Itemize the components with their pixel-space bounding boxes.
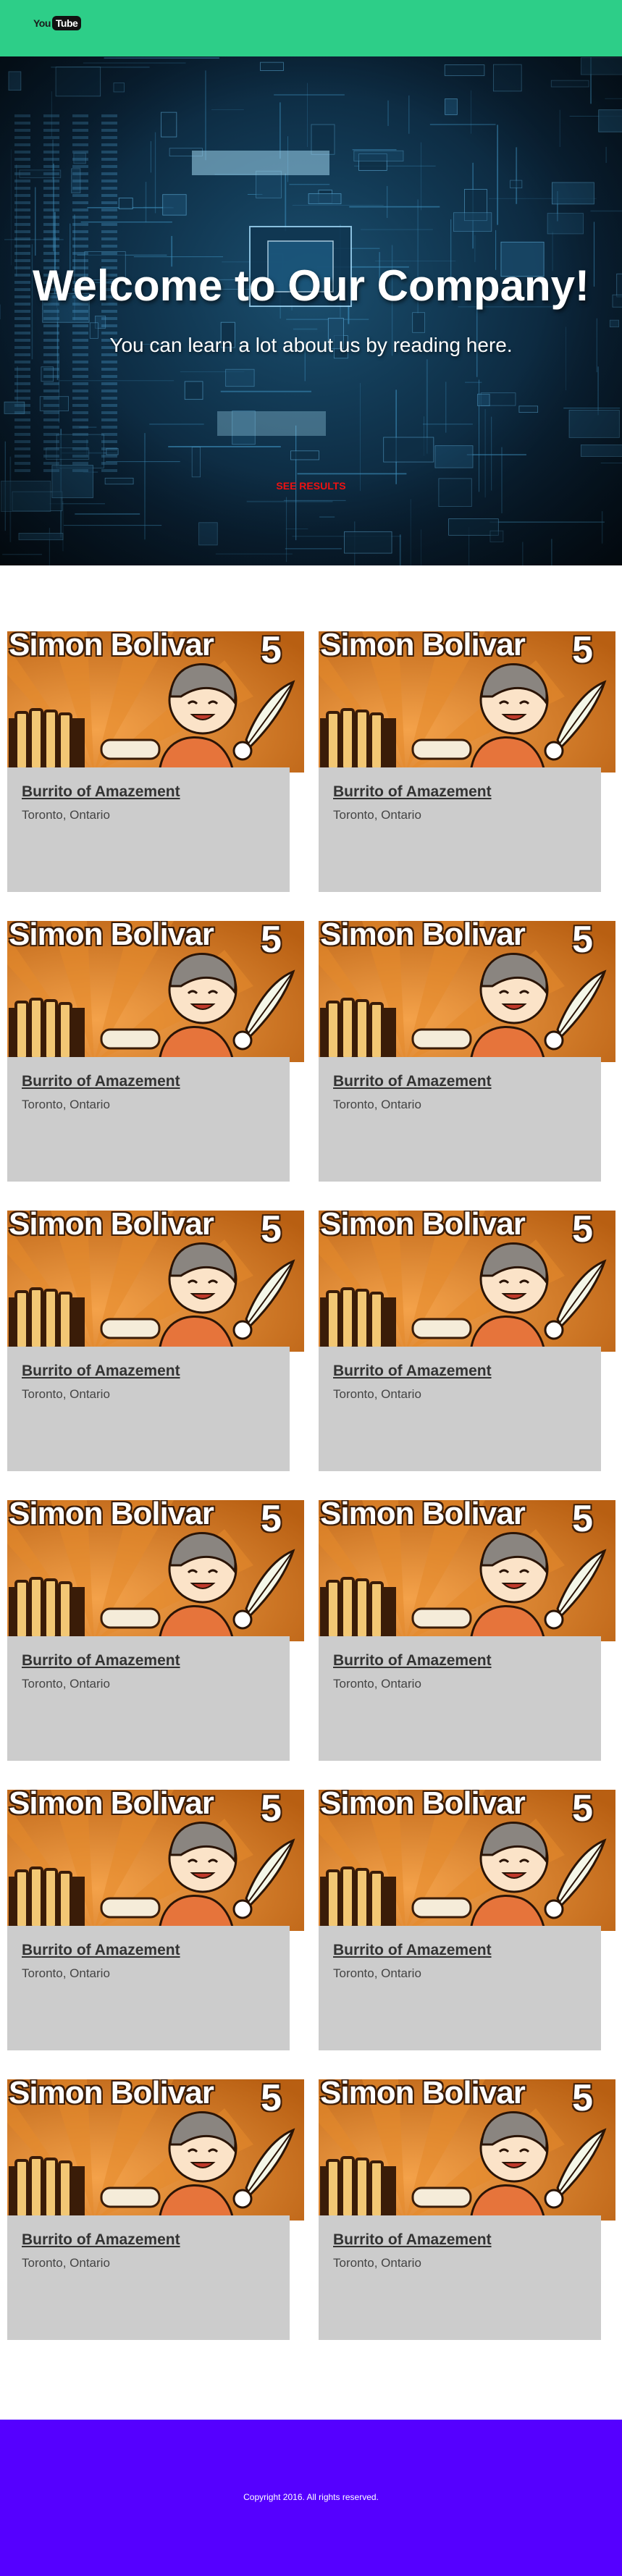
- card-title-link[interactable]: Burrito of Amazement: [22, 1073, 180, 1090]
- thumbnail-number-text: 5: [572, 631, 593, 671]
- card-location: Toronto, Ontario: [22, 1966, 110, 1980]
- top-bar: You Tube: [0, 0, 622, 56]
- card-thumbnail[interactable]: Simon Bolivar 5: [319, 1211, 615, 1352]
- thumbnail-number-text: 5: [261, 631, 282, 671]
- restaurant-card: Simon Bolivar 5 Burrito of Amazement Toront…: [319, 1500, 615, 1761]
- hero-title: Welcome to Our Company!: [33, 261, 589, 310]
- hero-link-wrap: SEE RESULTS: [0, 480, 622, 493]
- card-body: Burrito of Amazement Toronto, Ontario: [319, 1057, 601, 1182]
- thumbnail-title-text: Simon Bolivar: [9, 631, 214, 662]
- card-thumbnail[interactable]: Simon Bolivar 5: [7, 1500, 304, 1641]
- thumbnail-title-text: Simon Bolivar: [9, 921, 214, 952]
- card-location: Toronto, Ontario: [22, 808, 110, 822]
- restaurant-card: Simon Bolivar 5 Burrito of Amazement Toront…: [7, 631, 304, 892]
- card-thumbnail[interactable]: Simon Bolivar 5: [319, 631, 615, 773]
- card-title-link[interactable]: Burrito of Amazement: [333, 1942, 492, 1959]
- card-location: Toronto, Ontario: [333, 808, 421, 822]
- card-body: Burrito of Amazement Toronto, Ontario: [7, 767, 290, 892]
- thumbnail-number-text: 5: [572, 1211, 593, 1250]
- thumbnail-title-text: Simon Bolivar: [320, 1790, 526, 1821]
- restaurant-card: Simon Bolivar 5 Burrito of Amazement Toront…: [319, 1211, 615, 1471]
- card-location: Toronto, Ontario: [333, 1098, 421, 1111]
- thumbnail-title-text: Simon Bolivar: [320, 631, 526, 662]
- card-body: Burrito of Amazement Toronto, Ontario: [7, 1057, 290, 1182]
- thumbnail-title-text: Simon Bolivar: [320, 1500, 526, 1531]
- card-body: Burrito of Amazement Toronto, Ontario: [7, 2215, 290, 2340]
- restaurant-card: Simon Bolivar 5 Burrito of Amazement Toront…: [319, 631, 615, 892]
- thumbnail-title-text: Simon Bolivar: [9, 2079, 214, 2110]
- card-body: Burrito of Amazement Toronto, Ontario: [319, 767, 601, 892]
- thumbnail-number-text: 5: [572, 921, 593, 961]
- card-title-link[interactable]: Burrito of Amazement: [22, 1363, 180, 1380]
- logo-tube-text: Tube: [51, 16, 82, 30]
- card-location: Toronto, Ontario: [22, 1677, 110, 1691]
- footer: Copyright 2016. All rights reserved.: [0, 2420, 622, 2576]
- thumbnail-number-text: 5: [261, 2079, 282, 2119]
- card-location: Toronto, Ontario: [22, 1387, 110, 1401]
- youtube-logo[interactable]: You Tube: [33, 16, 82, 30]
- thumbnail-title-text: Simon Bolivar: [320, 921, 526, 952]
- card-body: Burrito of Amazement Toronto, Ontario: [319, 2215, 601, 2340]
- copyright-text: Copyright 2016. All rights reserved.: [243, 2492, 379, 2502]
- card-body: Burrito of Amazement Toronto, Ontario: [319, 1636, 601, 1761]
- logo-you-text: You: [33, 17, 51, 29]
- thumbnail-title-text: Simon Bolivar: [320, 1211, 526, 1242]
- card-title-link[interactable]: Burrito of Amazement: [22, 1652, 180, 1670]
- card-thumbnail[interactable]: Simon Bolivar 5: [7, 631, 304, 773]
- restaurant-card: Simon Bolivar 5 Burrito of Amazement Toront…: [7, 1790, 304, 2050]
- hero-subtitle: You can learn a lot about us by reading …: [109, 334, 513, 356]
- thumbnail-number-text: 5: [572, 2079, 593, 2119]
- card-title-link[interactable]: Burrito of Amazement: [22, 783, 180, 801]
- card-thumbnail[interactable]: Simon Bolivar 5: [7, 2079, 304, 2221]
- card-body: Burrito of Amazement Toronto, Ontario: [319, 1926, 601, 2050]
- thumbnail-number-text: 5: [261, 1500, 282, 1540]
- card-title-link[interactable]: Burrito of Amazement: [333, 2231, 492, 2249]
- card-title-link[interactable]: Burrito of Amazement: [333, 783, 492, 801]
- thumbnail-title-text: Simon Bolivar: [9, 1211, 214, 1242]
- restaurant-card: Simon Bolivar 5 Burrito of Amazement Toront…: [319, 2079, 615, 2340]
- restaurant-card: Simon Bolivar 5 Burrito of Amazement Toront…: [7, 1500, 304, 1761]
- card-title-link[interactable]: Burrito of Amazement: [333, 1073, 492, 1090]
- hero-section: Welcome to Our Company! You can learn a …: [0, 56, 622, 565]
- thumbnail-number-text: 5: [261, 1790, 282, 1830]
- card-location: Toronto, Ontario: [22, 2256, 110, 2270]
- card-title-link[interactable]: Burrito of Amazement: [333, 1363, 492, 1380]
- see-results-link[interactable]: SEE RESULTS: [276, 480, 345, 492]
- thumbnail-number-text: 5: [261, 921, 282, 961]
- card-body: Burrito of Amazement Toronto, Ontario: [7, 1926, 290, 2050]
- card-location: Toronto, Ontario: [333, 1387, 421, 1401]
- card-title-link[interactable]: Burrito of Amazement: [22, 1942, 180, 1959]
- card-title-link[interactable]: Burrito of Amazement: [333, 1652, 492, 1670]
- card-location: Toronto, Ontario: [22, 1098, 110, 1111]
- card-title-link[interactable]: Burrito of Amazement: [22, 2231, 180, 2249]
- restaurant-card: Simon Bolivar 5 Burrito of Amazement Toront…: [319, 921, 615, 1182]
- restaurant-card: Simon Bolivar 5 Burrito of Amazement Toront…: [7, 1211, 304, 1471]
- card-thumbnail[interactable]: Simon Bolivar 5: [319, 2079, 615, 2221]
- restaurant-card: Simon Bolivar 5 Burrito of Amazement Toront…: [319, 1790, 615, 2050]
- card-thumbnail[interactable]: Simon Bolivar 5: [7, 1790, 304, 1931]
- thumbnail-title-text: Simon Bolivar: [9, 1500, 214, 1531]
- thumbnail-title-text: Simon Bolivar: [320, 2079, 526, 2110]
- card-thumbnail[interactable]: Simon Bolivar 5: [7, 1211, 304, 1352]
- card-thumbnail[interactable]: Simon Bolivar 5: [7, 921, 304, 1062]
- thumbnail-number-text: 5: [261, 1211, 282, 1250]
- card-location: Toronto, Ontario: [333, 2256, 421, 2270]
- card-body: Burrito of Amazement Toronto, Ontario: [319, 1347, 601, 1471]
- card-thumbnail[interactable]: Simon Bolivar 5: [319, 1790, 615, 1931]
- card-thumbnail[interactable]: Simon Bolivar 5: [319, 921, 615, 1062]
- card-body: Burrito of Amazement Toronto, Ontario: [7, 1347, 290, 1471]
- restaurant-card: Simon Bolivar 5 Burrito of Amazement Toront…: [7, 2079, 304, 2340]
- card-location: Toronto, Ontario: [333, 1677, 421, 1691]
- thumbnail-title-text: Simon Bolivar: [9, 1790, 214, 1821]
- card-thumbnail[interactable]: Simon Bolivar 5: [319, 1500, 615, 1641]
- restaurant-card: Simon Bolivar 5 Burrito of Amazement Toront…: [7, 921, 304, 1182]
- thumbnail-number-text: 5: [572, 1790, 593, 1830]
- thumbnail-number-text: 5: [572, 1500, 593, 1540]
- card-body: Burrito of Amazement Toronto, Ontario: [7, 1636, 290, 1761]
- card-location: Toronto, Ontario: [333, 1966, 421, 1980]
